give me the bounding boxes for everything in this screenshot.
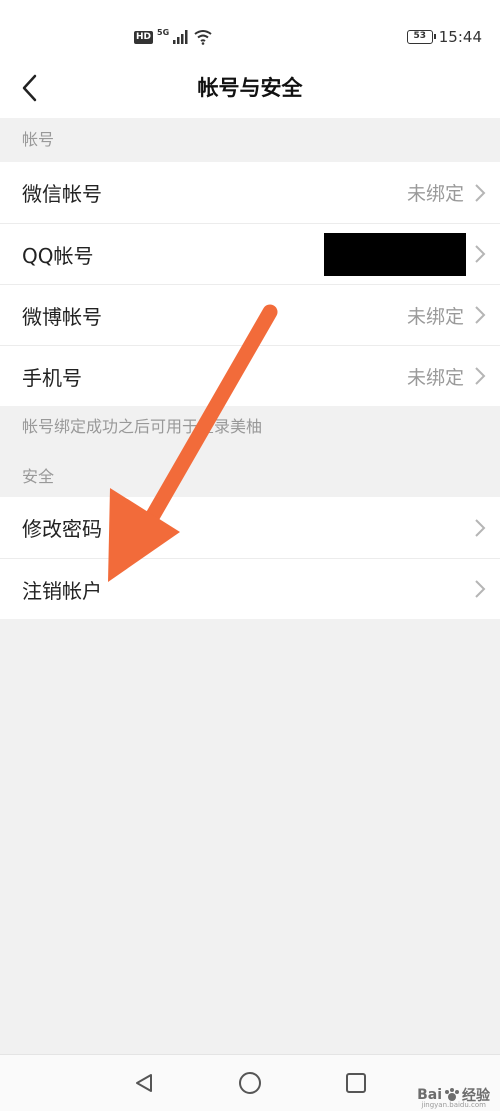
account-binding-note: 帐号绑定成功之后可用于登录美柚 <box>22 417 263 436</box>
battery-level: 53 <box>413 31 427 41</box>
row-label: 修改密码 <box>22 517 102 541</box>
status-indicators: HD 5G <box>134 27 213 47</box>
chevron-right-icon <box>475 183 486 202</box>
page-title: 帐号与安全 <box>197 76 303 100</box>
nav-recents-button[interactable] <box>342 1069 370 1097</box>
security-group: 修改密码 注销帐户 <box>0 497 500 619</box>
battery-icon: 53 <box>406 30 436 44</box>
redacted-block <box>324 232 466 276</box>
system-navigation-bar: Bai 经验 jingyan.baidu.com <box>0 1054 500 1111</box>
chevron-right-icon <box>475 306 486 324</box>
row-label: 手机号 <box>22 365 82 390</box>
watermark-url: jingyan.baidu.com <box>421 1101 486 1109</box>
baidu-jingyan-watermark: Bai 经验 jingyan.baidu.com <box>417 1085 490 1109</box>
row-phone-number[interactable]: 手机号 未绑定 <box>0 345 500 406</box>
row-value: 未绑定 <box>406 183 464 205</box>
row-label: 微信帐号 <box>22 182 102 206</box>
status-bar: HD 5G 53 15:44 <box>0 0 500 58</box>
triangle-back-icon <box>136 1074 152 1092</box>
section-header-security: 安全 <box>22 467 55 486</box>
chevron-right-icon <box>475 245 486 263</box>
chevron-right-icon <box>475 580 486 598</box>
row-label: QQ帐号 <box>22 243 94 268</box>
chevron-right-icon <box>475 367 486 385</box>
circle-home-icon <box>239 1072 261 1094</box>
nav-home-button[interactable] <box>236 1069 264 1097</box>
status-right: 53 15:44 <box>406 27 482 47</box>
account-group: 微信帐号 未绑定 QQ帐号 微博帐号 未绑定 手机号 未绑定 <box>0 162 500 406</box>
row-value: 未绑定 <box>406 305 464 328</box>
clock: 15:44 <box>438 28 482 46</box>
row-value: 未绑定 <box>406 366 464 389</box>
signal-icon <box>173 30 188 44</box>
square-recents-icon <box>346 1073 366 1093</box>
wifi-icon <box>194 30 212 45</box>
network-type: 5G <box>157 27 170 37</box>
row-label: 注销帐户 <box>22 578 102 603</box>
nav-back-button[interactable] <box>130 1069 158 1097</box>
row-weibo-account[interactable]: 微博帐号 未绑定 <box>0 284 500 345</box>
row-wechat-account[interactable]: 微信帐号 未绑定 <box>0 162 500 223</box>
section-header-account: 帐号 <box>22 130 55 149</box>
title-bar: 帐号与安全 <box>0 58 500 118</box>
row-qq-account[interactable]: QQ帐号 <box>0 223 500 284</box>
row-label: 微博帐号 <box>22 304 102 329</box>
hd-badge: HD <box>134 30 154 44</box>
row-delete-account[interactable]: 注销帐户 <box>0 558 500 619</box>
row-change-password[interactable]: 修改密码 <box>0 497 500 558</box>
chevron-right-icon <box>475 518 486 537</box>
